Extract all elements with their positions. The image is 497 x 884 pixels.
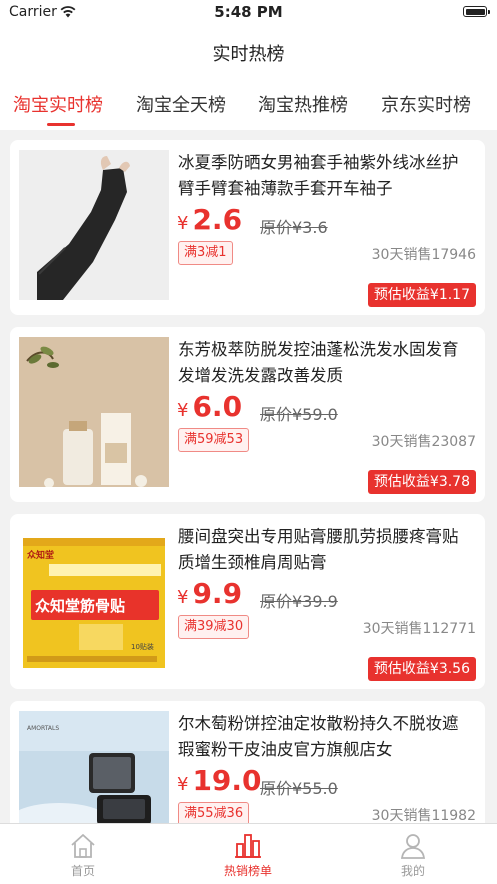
original-price: 原价¥3.6 [260, 218, 328, 237]
product-image: 众知堂 众知堂筋骨贴 10贴装 [19, 524, 169, 674]
product-card[interactable]: 众知堂 众知堂筋骨贴 10贴装 腰间盘突出专用贴膏腰肌劳损腰疼膏贴质增生颈椎肩周… [10, 514, 485, 689]
tab-taobao-allday[interactable]: 淘宝全天榜 [136, 91, 226, 117]
currency-symbol: ¥ [177, 587, 189, 608]
estimated-earning-badge[interactable]: 预估收益¥3.78 [367, 470, 476, 494]
product-card[interactable]: 冰夏季防晒女男袖套手袖紫外线冰丝护臂手臂套袖薄款手套开车袖子 ¥2.6 原价¥3… [10, 140, 485, 315]
product-title: 东芳极萃防脱发控油蓬松洗发水固发育发增发洗发露改善发质 [178, 340, 459, 385]
currency-symbol: ¥ [177, 774, 189, 795]
bottom-tab-bar: 首页 热销榜单 我的 [0, 823, 497, 884]
price-value: 19.0 [192, 764, 262, 797]
status-time: 5:48 PM [214, 3, 283, 21]
product-price: ¥19.0 [177, 764, 262, 797]
status-bar: Carrier 5:48 PM [0, 0, 497, 26]
coupon-badge: 满59减53 [178, 428, 250, 452]
tab-jd-realtime[interactable]: 京东实时榜 [381, 91, 471, 117]
tab-taobao-realtime[interactable]: 淘宝实时榜 [13, 91, 103, 117]
active-tab-indicator [47, 123, 75, 126]
box-count-text: 10贴装 [131, 643, 154, 651]
product-title: 腰间盘突出专用贴膏腰肌劳损腰疼膏贴质增生颈椎肩周贴膏 [178, 527, 459, 572]
tabbar-hot-ranking[interactable]: 热销榜单 [188, 824, 308, 884]
product-title: 尔木萄粉饼控油定妆散粉持久不脱妆遮瑕蜜粉干皮油皮官方旗舰店女 [178, 714, 459, 759]
product-card[interactable]: AMORTALS 尔木萄粉饼控油定妆散粉持久不脱妆遮瑕蜜粉干皮油皮官方旗舰店女 … [10, 701, 485, 831]
nav-bar: 实时热榜 [0, 26, 497, 76]
home-icon [71, 834, 95, 858]
coupon-badge: 满3减1 [178, 241, 233, 265]
product-card[interactable]: 东芳极萃防脱发控油蓬松洗发水固发育发增发洗发露改善发质 ¥6.0 原价¥59.0… [10, 327, 485, 502]
price-value: 6.0 [192, 390, 243, 423]
original-price: 原价¥59.0 [260, 405, 338, 424]
box-product-text: 众知堂筋骨贴 [35, 597, 126, 615]
box-brand-text: 众知堂 [27, 551, 55, 561]
product-image [19, 337, 169, 487]
estimated-earning-badge[interactable]: 预估收益¥1.17 [367, 283, 476, 307]
original-price: 原价¥39.9 [260, 592, 338, 611]
product-brand-text: AMORTALS [27, 725, 60, 732]
coupon-badge: 满39减30 [178, 615, 250, 639]
price-value: 2.6 [192, 203, 243, 236]
product-price: ¥9.9 [177, 577, 242, 610]
sales-count: 30天销售11982 [371, 808, 476, 824]
ranking-tabs: 淘宝实时榜 淘宝全天榜 淘宝热推榜 京东实时榜 [0, 76, 497, 130]
user-icon [400, 834, 426, 859]
currency-symbol: ¥ [177, 400, 189, 421]
original-price: 原价¥55.0 [260, 779, 338, 798]
price-value: 9.9 [192, 577, 243, 610]
battery-icon [463, 6, 490, 17]
sales-count: 30天销售23087 [371, 434, 476, 450]
sales-count: 30天销售112771 [362, 621, 476, 637]
product-price: ¥2.6 [177, 203, 242, 236]
tabbar-label: 首页 [70, 864, 95, 878]
tabbar-home[interactable]: 首页 [23, 824, 143, 884]
currency-symbol: ¥ [177, 213, 189, 234]
product-title: 冰夏季防晒女男袖套手袖紫外线冰丝护臂手臂套袖薄款手套开车袖子 [178, 153, 459, 198]
page-title: 实时热榜 [212, 44, 285, 65]
tabbar-label: 热销榜单 [223, 864, 272, 878]
tabbar-profile[interactable]: 我的 [353, 824, 473, 884]
product-image [19, 150, 169, 300]
rank-chart-icon [235, 834, 261, 858]
tabbar-label: 我的 [400, 864, 425, 878]
tab-taobao-hot[interactable]: 淘宝热推榜 [258, 91, 348, 117]
product-price: ¥6.0 [177, 390, 242, 423]
product-image: AMORTALS [19, 711, 169, 831]
estimated-earning-badge[interactable]: 预估收益¥3.56 [367, 657, 476, 681]
sales-count: 30天销售17946 [371, 247, 476, 263]
